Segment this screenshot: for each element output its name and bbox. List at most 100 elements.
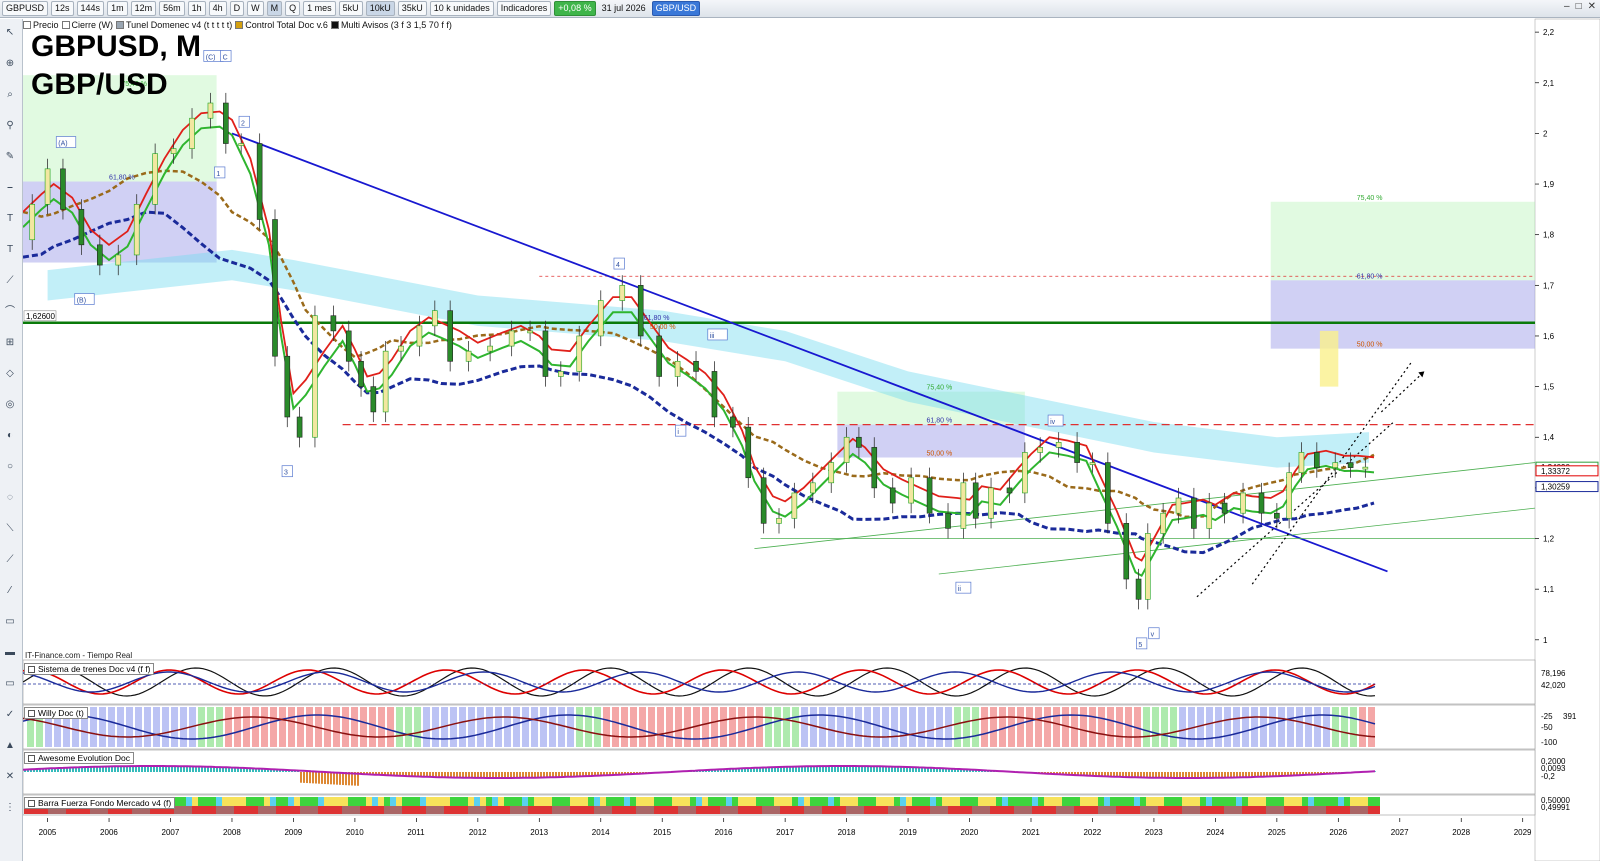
drawing-tool-icon[interactable]: ○ xyxy=(3,461,17,473)
symbol-selector[interactable]: GBPUSD xyxy=(2,1,49,16)
units-select[interactable]: 10 k unidades xyxy=(429,1,494,16)
drawing-tool-icon[interactable]: ⟋ xyxy=(3,275,17,287)
willy-bar xyxy=(306,707,313,747)
willy-bar xyxy=(1269,707,1276,747)
indicator-control-total[interactable]: Control Total Doc v.6 xyxy=(235,20,328,30)
indicator-tunel[interactable]: Tunel Domenec v4 (t t t t t) xyxy=(116,20,232,30)
strength-bar-lower xyxy=(1326,806,1332,814)
strength-bar xyxy=(534,797,540,806)
indicator-cierre[interactable]: Cierre (W) xyxy=(61,20,113,30)
strength-bar-lower xyxy=(1032,806,1038,814)
drawing-tool-icon[interactable]: T xyxy=(3,213,17,225)
drawing-tool-icon[interactable]: ⟋ xyxy=(3,554,17,566)
drawing-tool-icon[interactable]: ▭ xyxy=(3,616,17,628)
panel-label-trenes[interactable]: Sistema de trenes Doc v4 (f f) xyxy=(24,663,155,675)
timeframe-1m[interactable]: 1m xyxy=(107,1,128,16)
drawing-tool-icon[interactable]: ▲ xyxy=(3,740,17,752)
drawing-tool-icon[interactable]: ⚲ xyxy=(3,120,17,132)
strength-bar-lower xyxy=(1152,806,1158,814)
willy-bar xyxy=(135,707,142,747)
drawing-tool-icon[interactable]: ⊕ xyxy=(3,58,17,70)
y-tick-label: 1,5 xyxy=(1543,383,1555,392)
x-tick-label: 2027 xyxy=(1391,828,1409,837)
panel-label-barra[interactable]: Barra Fuerza Fondo Mercado v4 (f) xyxy=(24,797,176,809)
wave-label: ii xyxy=(958,586,962,593)
x-tick-label: 2028 xyxy=(1452,828,1470,837)
drawing-tool-icon[interactable]: ◐ xyxy=(3,430,17,442)
change-badge: +0,08 % xyxy=(554,1,596,16)
drawing-tool-icon[interactable]: ✎ xyxy=(3,151,17,163)
drawing-tool-icon[interactable]: ▭ xyxy=(3,678,17,690)
drawing-tool-icon[interactable]: ⌕ xyxy=(3,89,17,101)
timeframe-m[interactable]: M xyxy=(266,1,283,16)
unit-10ku[interactable]: 10kU xyxy=(365,1,395,16)
drawing-tool-icon[interactable]: ✓ xyxy=(3,709,17,721)
panel-label-willy[interactable]: Willy Doc (t) xyxy=(24,707,88,719)
drawing-tool-icon[interactable]: ⁄ xyxy=(3,585,17,597)
drawing-tool-icon[interactable]: ✕ xyxy=(3,771,17,783)
drawing-tool-icon[interactable]: ⎯ xyxy=(3,182,17,194)
drawing-tool-icon[interactable]: ◎ xyxy=(3,399,17,411)
willy-bar xyxy=(1035,707,1042,747)
willy-bar xyxy=(1143,707,1150,747)
fib-label: 50,00 % xyxy=(927,451,953,458)
candle-body xyxy=(693,360,699,372)
candle-body xyxy=(44,168,51,205)
main-chart[interactable]: 2,22,121,91,81,71,61,51,41,31,21,1120052… xyxy=(0,0,1600,861)
indicator-precio[interactable]: Precio xyxy=(23,20,59,30)
drawing-tool-icon[interactable]: ⊞ xyxy=(3,337,17,349)
drawing-tool-icon[interactable]: ◇ xyxy=(3,368,17,380)
timeframe-12s[interactable]: 12s xyxy=(51,1,74,16)
willy-bar xyxy=(333,707,340,747)
drawing-tool-icon[interactable]: ⟍ xyxy=(3,523,17,535)
drawing-tool-icon[interactable]: T xyxy=(3,244,17,256)
willy-bar xyxy=(1170,707,1177,747)
strength-bar xyxy=(858,797,864,806)
candle-body xyxy=(843,436,850,463)
drawing-tool-icon[interactable]: ▬ xyxy=(3,647,17,659)
strength-bar xyxy=(1296,797,1302,806)
period-select[interactable]: 1 mes xyxy=(303,1,336,16)
candle-body xyxy=(1240,492,1246,514)
minimize-icon[interactable]: – xyxy=(1564,1,1570,12)
unit-5ku[interactable]: 5kU xyxy=(338,1,363,16)
willy-bar xyxy=(1233,707,1240,747)
timeframe-q[interactable]: Q xyxy=(285,1,301,16)
timeframe-w[interactable]: W xyxy=(247,1,264,16)
indicators-button[interactable]: Indicadores xyxy=(496,1,552,16)
y-tick-label: 1,6 xyxy=(1543,332,1555,341)
timeframe-144s[interactable]: 144s xyxy=(76,1,105,16)
timeframe-56m[interactable]: 56m xyxy=(159,1,185,16)
strength-bar-lower xyxy=(960,806,966,814)
strength-bar-lower xyxy=(1098,806,1104,814)
candle-body xyxy=(398,345,404,352)
candle-body xyxy=(1037,447,1044,453)
strength-bar-lower xyxy=(1308,806,1314,814)
drawing-tool-icon[interactable]: ↖ xyxy=(3,27,17,39)
checkbox-icon xyxy=(116,21,125,29)
indicator-multi-avisos[interactable]: Multi Avisos (3 f 3 1,5 70 f f) xyxy=(330,20,452,30)
strength-bar xyxy=(954,797,960,806)
timeframe-1h[interactable]: 1h xyxy=(187,1,206,16)
unit-35ku[interactable]: 35kU xyxy=(397,1,427,16)
timeframe-d[interactable]: D xyxy=(229,1,245,16)
willy-bar xyxy=(288,707,295,747)
candle-body xyxy=(152,153,158,205)
fib-label: 61,80 % xyxy=(644,315,670,322)
drawing-tool-icon[interactable]: ◌ xyxy=(3,492,17,504)
willy-bar xyxy=(234,707,241,747)
timeframe-12m[interactable]: 12m xyxy=(130,1,157,16)
x-tick-label: 2006 xyxy=(100,828,118,837)
close-icon[interactable]: ✕ xyxy=(1588,1,1596,12)
strength-bar-lower xyxy=(810,806,816,814)
drawing-tool-icon[interactable]: ⌒ xyxy=(3,306,17,318)
willy-bar xyxy=(792,707,799,747)
panel-label-awesome[interactable]: Awesome Evolution Doc xyxy=(24,752,134,764)
strength-bar-lower xyxy=(516,806,522,814)
strength-bar xyxy=(816,797,822,806)
timeframe-4h[interactable]: 4h xyxy=(208,1,227,16)
drawing-tool-icon[interactable]: ⋮ xyxy=(3,802,17,814)
strength-bar xyxy=(546,797,552,806)
maximize-icon[interactable]: □ xyxy=(1576,1,1582,12)
strength-bar xyxy=(1068,797,1074,806)
